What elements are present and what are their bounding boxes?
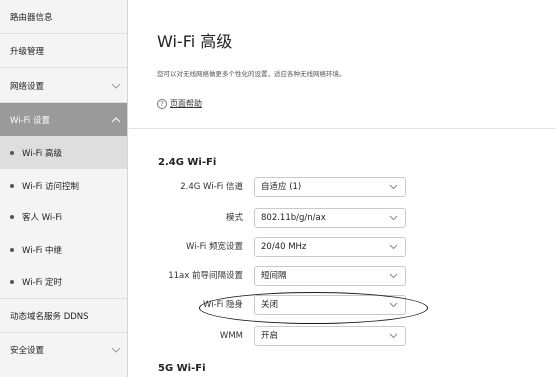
sidebar-item-wifi-access-control[interactable]: Wi-Fi 访问控制 [0,169,127,202]
sidebar-item-wifi-schedule[interactable]: Wi-Fi 定时 [0,265,127,298]
mode-value: 802.11b/g/n/ax [261,213,326,223]
hidden-ssid-label: Wi-Fi 隐身 [203,300,243,310]
bullet-icon [10,214,14,219]
sidebar-item-label: 客人 Wi-Fi [22,212,62,223]
setting-row-wmm: WMM 开启 [129,326,429,346]
wmm-label: WMM [219,331,243,341]
select-arrow-icon [389,244,398,250]
sidebar-item-label: 动态域名服务 DDNS [10,311,89,322]
bandwidth-select[interactable]: 20/40 MHz [254,237,406,257]
wmm-value: 开启 [261,331,279,341]
sidebar-item-guest-wifi[interactable]: 客人 Wi-Fi [0,200,127,233]
hidden-ssid-value: 关闭 [261,300,279,310]
sidebar-item-label: Wi-Fi 高级 [22,148,62,159]
chevron-down-icon [111,83,121,89]
mode-select[interactable]: 802.11b/g/n/ax [254,208,406,228]
setting-row-hidden-ssid: Wi-Fi 隐身 关闭 [129,295,429,315]
section-title-2g: 2.4G Wi-Fi [158,157,217,168]
sidebar-item-label: 路由器信息 [10,12,53,23]
sidebar-item-upgrade[interactable]: 升级管理 [0,34,127,67]
sidebar-divider [0,67,127,68]
sidebar-item-label: Wi-Fi 访问控制 [22,181,79,192]
sidebar-item-wifi-repeater[interactable]: Wi-Fi 中继 [0,233,127,266]
chevron-down-icon [111,347,121,353]
sidebar-item-label: Wi-Fi 中继 [22,245,62,256]
bullet-icon [10,150,14,155]
select-arrow-icon [389,273,398,279]
help-label: 页面帮助 [170,99,202,108]
sidebar-item-wifi-settings[interactable]: Wi-Fi 设置 [0,103,127,136]
sidebar-item-label: 升级管理 [10,46,45,57]
bullet-icon [10,279,14,284]
question-circle-icon: ? [157,98,167,109]
page-description: 您可以对无线网络做更多个性化的设置，适应各种无线网络环境。 [157,70,346,78]
sidebar-item-wifi-advanced[interactable]: Wi-Fi 高级 [0,136,127,169]
setting-row-channel: 2.4G Wi-Fi 信道 自适应 (1) [129,177,429,197]
chevron-up-icon [111,116,121,122]
sidebar-item-security[interactable]: 安全设置 [0,333,127,366]
sidebar: 路由器信息 升级管理 网络设置 Wi-Fi 设置 Wi-Fi 高级 Wi-Fi … [0,0,128,377]
sidebar-item-label: 安全设置 [10,345,45,356]
bandwidth-label: Wi-Fi 频宽设置 [186,242,243,252]
section-divider [129,128,556,129]
sidebar-item-label: Wi-Fi 设置 [10,115,50,126]
mode-label: 模式 [225,213,243,223]
setting-row-bandwidth: Wi-Fi 频宽设置 20/40 MHz [129,237,429,257]
page-title: Wi-Fi 高级 [157,32,233,51]
guard-interval-select[interactable]: 短间隔 [254,266,406,286]
channel-value: 自适应 (1) [261,182,302,192]
setting-row-mode: 模式 802.11b/g/n/ax [129,208,429,228]
select-arrow-icon [389,184,398,190]
sidebar-item-network-settings[interactable]: 网络设置 [0,69,127,102]
bullet-icon [10,183,14,188]
bullet-icon [10,247,14,252]
wmm-select[interactable]: 开启 [254,326,406,346]
select-arrow-icon [389,215,398,221]
hidden-ssid-select[interactable]: 关闭 [254,295,406,315]
guard-interval-value: 短间隔 [261,271,287,281]
page-help-link[interactable]: ? 页面帮助 [157,98,202,109]
setting-row-guard-interval: 11ax 前导间隔设置 短间隔 [129,266,429,286]
channel-select[interactable]: 自适应 (1) [254,177,406,197]
sidebar-item-label: Wi-Fi 定时 [22,277,62,288]
sidebar-item-ddns[interactable]: 动态域名服务 DDNS [0,299,127,332]
sidebar-item-label: 网络设置 [10,81,45,92]
bandwidth-value: 20/40 MHz [261,242,307,252]
channel-label: 2.4G Wi-Fi 信道 [180,182,243,192]
main-content: Wi-Fi 高级 您可以对无线网络做更多个性化的设置，适应各种无线网络环境。 ?… [129,0,556,377]
select-arrow-icon [389,333,398,339]
select-arrow-icon [389,302,398,308]
sidebar-item-router-info[interactable]: 路由器信息 [0,0,127,33]
guard-interval-label: 11ax 前导间隔设置 [168,271,243,281]
section-title-5g: 5G Wi-Fi [158,363,206,374]
